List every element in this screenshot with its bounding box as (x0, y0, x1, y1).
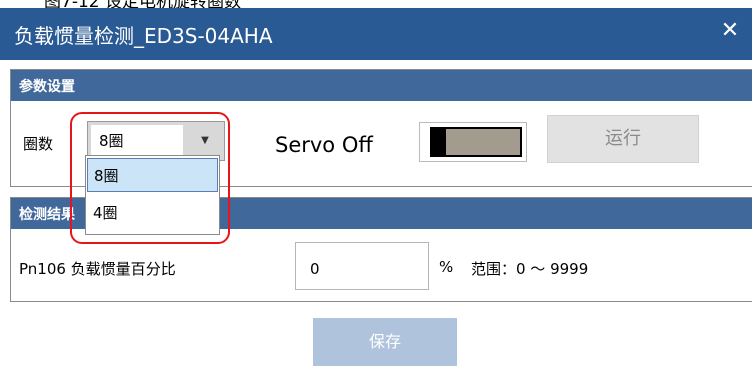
dropdown-option-8-turns[interactable]: 8圈 (87, 158, 218, 192)
group-header-label: 参数设置 (19, 79, 75, 95)
window-title: 负载惯量检测_ED3S-04AHA (14, 24, 273, 48)
inertia-ratio-input[interactable]: 0 (295, 242, 429, 290)
dropdown-option-4-turns[interactable]: 4圈 (87, 196, 218, 230)
turns-dropdown-list: 8圈 4圈 (85, 155, 220, 235)
range-label: 范围：0 ～ 9999 (471, 260, 589, 278)
turns-select-value: 8圈 (91, 125, 183, 157)
toggle-track (430, 127, 522, 157)
group-header: 参数设置 (11, 70, 752, 101)
caption-text: 图7-12 设定电机旋转圈数 (44, 0, 241, 8)
unit-label: % (439, 258, 454, 276)
servo-toggle[interactable] (419, 122, 527, 162)
save-button[interactable]: 保存 (313, 318, 457, 366)
title-bar: 负载惯量检测_ED3S-04AHA ✕ (0, 8, 752, 60)
run-button[interactable]: 运行 (547, 115, 699, 163)
inertia-ratio-label: Pn106 负载惯量百分比 (19, 260, 176, 278)
toggle-knob[interactable] (432, 129, 446, 155)
group-header-label: 检测结果 (19, 207, 75, 223)
turns-label: 圈数 (23, 135, 54, 153)
close-icon[interactable]: ✕ (718, 18, 742, 43)
servo-status-label: Servo Off (275, 133, 373, 157)
figure-caption: 图7-12 设定电机旋转圈数 (0, 0, 752, 8)
